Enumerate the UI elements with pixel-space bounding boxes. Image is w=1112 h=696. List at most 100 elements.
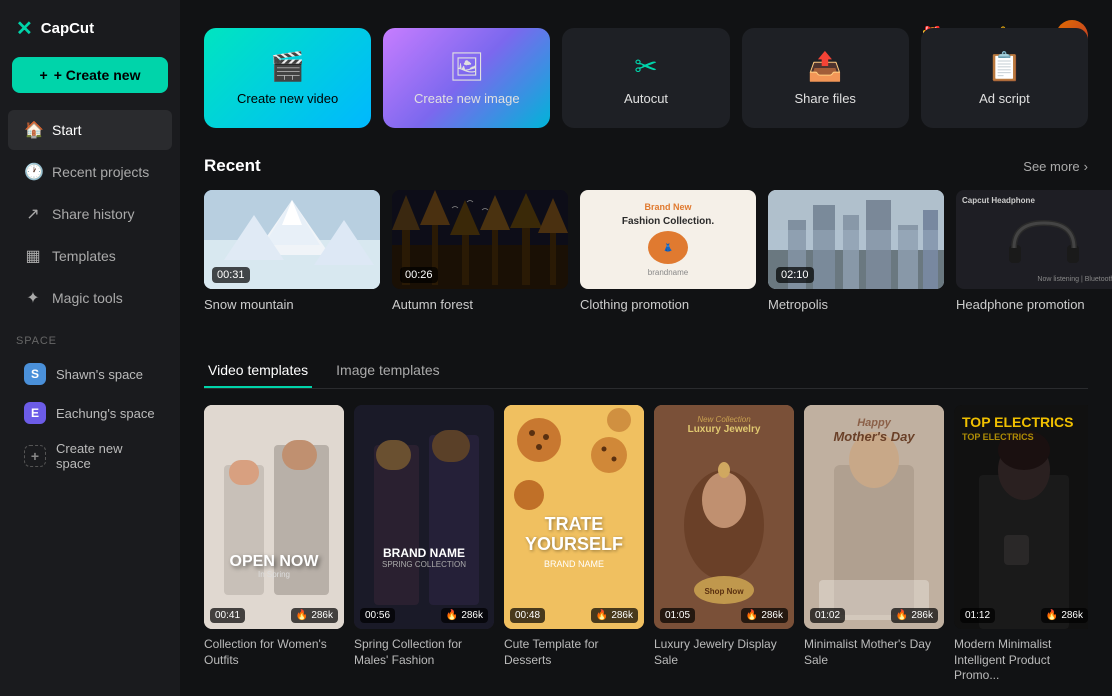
template-5-stats: 01:02 🔥 286k (810, 608, 938, 623)
template-2-duration: 00:56 (360, 608, 395, 623)
jewelry-svg: Shop Now (654, 405, 794, 629)
template-3-headline: TRATEYOURSELF (512, 515, 636, 555)
snow-name: Snow mountain (204, 297, 380, 312)
sidebar-label-magic: Magic tools (52, 290, 123, 306)
headphone-image (962, 205, 1112, 276)
template-inner-5: Happy Mother's Day (804, 405, 944, 629)
sidebar-item-eachung-space[interactable]: E Eachung's space (16, 394, 164, 432)
template-4-duration: 01:05 (660, 608, 695, 623)
template-thumb-3: TRATEYOURSELF BRAND NAME 00:48 🔥 286k (504, 405, 644, 629)
sidebar-label-share: Share history (52, 206, 134, 222)
template-2-name: Spring Collection for Males' Fashion (354, 637, 494, 668)
create-image-icon: 🖼 (449, 50, 485, 83)
sidebar: ✕ CapCut + + Create new 🏠 Start 🕐 Recent… (0, 0, 180, 696)
ad-script-icon: 📋 (987, 50, 1022, 83)
share-files-card[interactable]: 📤 Share files (742, 28, 909, 128)
template-3-duration: 00:48 (510, 608, 545, 623)
clock-icon: 🕐 (24, 162, 42, 182)
tab-image-templates[interactable]: Image templates (332, 354, 444, 388)
sidebar-item-create-space[interactable]: + Create new space (16, 433, 164, 479)
create-new-button[interactable]: + + Create new (12, 57, 168, 93)
template-5-text: Happy Mother's Day (804, 417, 944, 444)
template-1-stats: 00:41 🔥 286k (210, 608, 338, 623)
see-more-button[interactable]: See more › (1023, 159, 1088, 174)
snow-duration: 00:31 (212, 267, 250, 283)
logo-area: ✕ CapCut (0, 16, 180, 57)
template-card-4[interactable]: Shop Now New Collection Luxury Jewelry 0… (654, 405, 794, 684)
sidebar-label-start: Start (52, 122, 82, 138)
sidebar-label-templates: Templates (52, 248, 116, 264)
metro-name: Metropolis (768, 297, 944, 312)
headphone-brand-text: Capcut Headphone (962, 196, 1112, 205)
recent-card-metro[interactable]: 02:10 Metropolis (768, 190, 944, 312)
metro-duration: 02:10 (776, 267, 814, 283)
ad-script-card[interactable]: 📋 Ad script (921, 28, 1088, 128)
template-card-5[interactable]: Happy Mother's Day 01:02 🔥 286k Minimali… (804, 405, 944, 684)
template-4-likes: 🔥 286k (741, 608, 788, 623)
template-6-stats: 01:12 🔥 286k (960, 608, 1088, 623)
create-video-label: Create new video (237, 91, 338, 106)
clothing-circle: 👗 (648, 231, 688, 264)
recent-list: 00:31 Snow mountain (204, 190, 1088, 312)
sidebar-item-start[interactable]: 🏠 Start (8, 110, 172, 150)
sidebar-item-shawn-space[interactable]: S Shawn's space (16, 355, 164, 393)
template-2-text-overlay: BRAND NAME SPRING COLLECTION (354, 546, 494, 569)
recent-card-headphone[interactable]: Capcut Headphone Now listening | Bluetoo… (956, 190, 1112, 312)
template-card-2[interactable]: BRAND NAME SPRING COLLECTION 00:56 🔥 286… (354, 405, 494, 684)
template-card-1[interactable]: OPEN NOW In Spring 00:41 🔥 286k Collecti… (204, 405, 344, 684)
clothing-thumb: Brand New Fashion Collection. 👗 brandnam… (580, 190, 756, 289)
template-2-subline: SPRING COLLECTION (362, 560, 486, 569)
template-inner-4: Shop Now New Collection Luxury Jewelry (654, 405, 794, 629)
sidebar-label-recent: Recent projects (52, 164, 149, 180)
sidebar-item-recent[interactable]: 🕐 Recent projects (8, 152, 172, 192)
autocut-card[interactable]: ✂ Autocut (562, 28, 729, 128)
recent-section-header: Recent See more › (204, 156, 1088, 176)
autocut-label: Autocut (624, 91, 668, 106)
svg-text:Shop Now: Shop Now (704, 587, 744, 596)
template-1-name: Collection for Women's Outfits (204, 637, 344, 668)
autumn-thumb: 00:26 (392, 190, 568, 289)
template-5-likes: 🔥 286k (891, 608, 938, 623)
recent-card-snow[interactable]: 00:31 Snow mountain (204, 190, 380, 312)
template-1-likes: 🔥 286k (291, 608, 338, 623)
metro-thumb: 02:10 (768, 190, 944, 289)
chevron-right-icon: › (1084, 159, 1088, 174)
template-3-subline: BRAND NAME (512, 559, 636, 569)
template-3-likes: 🔥 286k (591, 608, 638, 623)
clothing-name: Clothing promotion (580, 297, 756, 312)
tab-video-templates[interactable]: Video templates (204, 354, 312, 388)
template-4-stats: 01:05 🔥 286k (660, 608, 788, 623)
create-plus-icon: + (40, 67, 48, 83)
template-thumb-1: OPEN NOW In Spring 00:41 🔥 286k (204, 405, 344, 629)
video-templates-label: Video templates (208, 362, 308, 378)
create-space-label: Create new space (56, 441, 156, 471)
share-files-icon: 📤 (808, 50, 843, 83)
sidebar-item-share-history[interactable]: ↗ Share history (8, 194, 172, 234)
headphone-name: Headphone promotion (956, 297, 1112, 312)
template-thumb-5: Happy Mother's Day 01:02 🔥 286k (804, 405, 944, 629)
template-3-stats: 00:48 🔥 286k (510, 608, 638, 623)
clothing-headline: Fashion Collection. (622, 216, 714, 227)
template-tabs: Video templates Image templates (204, 354, 1088, 389)
template-card-3[interactable]: TRATEYOURSELF BRAND NAME 00:48 🔥 286k Cu… (504, 405, 644, 684)
template-1-subline: In Spring (212, 570, 336, 579)
space-section: SPACE S Shawn's space E Eachung's space … (0, 335, 180, 488)
home-icon: 🏠 (24, 120, 42, 140)
template-thumb-6: TOP ELECTRICS TOP ELECTRICS 01:12 🔥 286k (954, 405, 1088, 629)
template-5-name: Minimalist Mother's Day Sale (804, 637, 944, 668)
recent-card-clothing[interactable]: Brand New Fashion Collection. 👗 brandnam… (580, 190, 756, 312)
capcut-logo-icon: ✕ (16, 16, 33, 41)
sidebar-item-magic-tools[interactable]: ✦ Magic tools (8, 278, 172, 318)
template-card-6[interactable]: TOP ELECTRICS TOP ELECTRICS 01:12 🔥 286k… (954, 405, 1088, 684)
eachung-space-label: Eachung's space (56, 406, 155, 421)
create-image-card[interactable]: 🖼 Create new image (383, 28, 550, 128)
sidebar-item-templates[interactable]: ▦ Templates (8, 236, 172, 276)
women-fashion-svg (204, 405, 344, 629)
template-6-likes: 🔥 286k (1041, 608, 1088, 623)
create-space-icon: + (24, 445, 46, 467)
headphone-svg (1004, 213, 1084, 268)
recent-card-autumn[interactable]: 00:26 Autumn forest (392, 190, 568, 312)
create-video-card[interactable]: 🎬 Create new video (204, 28, 371, 128)
image-templates-label: Image templates (336, 362, 440, 378)
template-4-top-text: New Collection Luxury Jewelry (654, 415, 794, 435)
